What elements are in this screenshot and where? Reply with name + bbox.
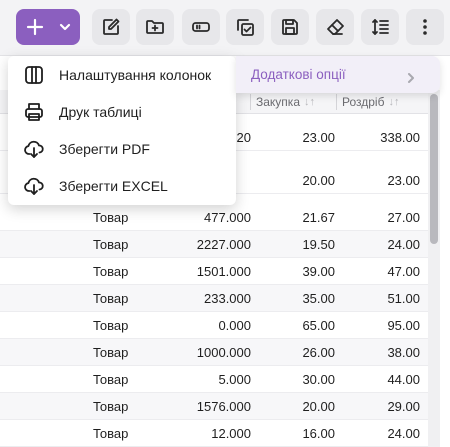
table-row[interactable]: Товар 2227.000 19.50 24.00 — [0, 231, 428, 258]
copy-check-icon — [237, 19, 254, 36]
chevron-down-icon[interactable] — [54, 9, 76, 45]
cell-purchase: 20.00 — [302, 173, 335, 188]
cell-quantity: 233.000 — [204, 291, 251, 306]
save-icon — [282, 19, 298, 35]
status-button[interactable] — [182, 9, 220, 45]
column-header-purchase[interactable]: Закупка ↓↑ — [256, 90, 315, 114]
cell-purchase: 35.00 — [302, 291, 335, 306]
copy-button[interactable] — [226, 9, 264, 45]
toolbar — [0, 0, 450, 56]
printer-icon — [23, 101, 45, 123]
new-folder-button[interactable] — [136, 9, 174, 45]
cloud-download-icon — [23, 138, 45, 160]
more-vertical-icon — [423, 19, 427, 35]
cell-purchase: 21.67 — [302, 210, 335, 225]
sort-icon[interactable]: ↓↑ — [304, 96, 315, 108]
cell-purchase: 39.00 — [302, 264, 335, 279]
save-button[interactable] — [271, 9, 309, 45]
menu-item-label: Зберегти EXCEL — [59, 177, 168, 194]
column-separator — [250, 94, 251, 110]
menu-item-print-table[interactable]: Друк таблиці — [8, 93, 236, 130]
cell-type: Товар — [93, 291, 129, 306]
menu-item-label: Друк таблиці — [59, 103, 142, 120]
cell-retail: 95.00 — [387, 318, 420, 333]
cell-purchase: 26.00 — [302, 345, 335, 360]
eraser-button[interactable] — [316, 9, 354, 45]
plus-icon[interactable] — [16, 9, 54, 45]
cell-quantity: 0.000 — [218, 318, 251, 333]
add-button[interactable] — [16, 9, 80, 45]
cell-type: Товар — [93, 237, 129, 252]
menu-item-label: Зберегти PDF — [59, 140, 150, 157]
cell-retail: 51.00 — [387, 291, 420, 306]
cell-retail: 47.00 — [387, 264, 420, 279]
cell-retail: 24.00 — [387, 426, 420, 441]
cell-quantity: 1000.000 — [196, 345, 251, 360]
columns-icon — [23, 64, 45, 86]
table-row[interactable]: Товар 12.000 16.00 24.00 — [0, 420, 428, 447]
column-header-label: Роздріб — [342, 95, 385, 109]
column-header-label: Закупка — [256, 95, 300, 109]
line-height-icon — [372, 19, 389, 35]
cell-type: Товар — [93, 372, 129, 387]
submenu-label: Додаткові опції — [251, 67, 346, 82]
cell-retail: 24.00 — [387, 237, 420, 252]
cell-retail: 29.00 — [387, 399, 420, 414]
cell-quantity: 477.000 — [204, 210, 251, 225]
eraser-icon — [327, 19, 344, 35]
table-row[interactable]: Товар 5.000 30.00 44.00 — [0, 366, 428, 393]
cell-type: Товар — [93, 426, 129, 441]
cell-quantity: 1576.000 — [196, 399, 251, 414]
cell-quantity: 2227.000 — [196, 237, 251, 252]
cell-retail: 44.00 — [387, 372, 420, 387]
cell-retail: 38.00 — [387, 345, 420, 360]
chevron-right-icon — [406, 70, 416, 83]
cloud-download-icon — [23, 175, 45, 197]
more-button[interactable] — [406, 9, 444, 45]
cell-purchase: 23.00 — [302, 130, 335, 145]
sort-icon[interactable]: ↓↑ — [388, 96, 399, 108]
table-row[interactable]: Товар 233.000 35.00 51.00 — [0, 285, 428, 312]
cell-purchase: 19.50 — [302, 237, 335, 252]
table-row[interactable]: Товар 1501.000 39.00 47.00 — [0, 258, 428, 285]
menu-item-column-settings[interactable]: Налаштування колонок — [8, 56, 236, 93]
cell-retail: 27.00 — [387, 210, 420, 225]
cell-retail: 23.00 — [387, 173, 420, 188]
table-row[interactable]: Товар 1576.000 20.00 29.00 — [0, 393, 428, 420]
cell-quantity: 1501.000 — [196, 264, 251, 279]
column-separator — [336, 94, 337, 110]
cell-quantity: 20 — [236, 130, 251, 145]
cell-purchase: 30.00 — [302, 372, 335, 387]
submenu-additional-options[interactable]: Додаткові опції — [236, 56, 440, 93]
cell-type: Товар — [93, 210, 129, 225]
menu-item-save-pdf[interactable]: Зберегти PDF — [8, 130, 236, 167]
cell-type: Товар — [93, 399, 129, 414]
column-header-retail[interactable]: Роздріб ↓↑ — [342, 90, 399, 114]
table-row[interactable]: Товар 1000.000 26.00 38.00 — [0, 339, 428, 366]
row-height-button[interactable] — [361, 9, 399, 45]
add-dropdown-menu: Налаштування колонок Друк таблиці Зберег… — [8, 56, 236, 205]
cell-type: Товар — [93, 264, 129, 279]
cell-retail: 338.00 — [380, 130, 420, 145]
menu-item-save-excel[interactable]: Зберегти EXCEL — [8, 167, 236, 204]
scrollbar-thumb[interactable] — [430, 94, 438, 244]
edit-button[interactable] — [92, 9, 130, 45]
cell-type: Товар — [93, 318, 129, 333]
cell-quantity: 12.000 — [211, 426, 251, 441]
table-row[interactable]: Товар 477.000 21.67 27.00 — [0, 204, 428, 231]
cell-purchase: 65.00 — [302, 318, 335, 333]
menu-item-label: Налаштування колонок — [59, 66, 212, 83]
cell-purchase: 16.00 — [302, 426, 335, 441]
cell-type: Товар — [93, 345, 129, 360]
battery-icon — [192, 22, 210, 32]
cell-quantity: 5.000 — [218, 372, 251, 387]
table-row[interactable]: Товар 0.000 65.00 95.00 — [0, 312, 428, 339]
cell-purchase: 20.00 — [302, 399, 335, 414]
folder-plus-icon — [146, 20, 164, 34]
edit-icon — [103, 18, 120, 35]
